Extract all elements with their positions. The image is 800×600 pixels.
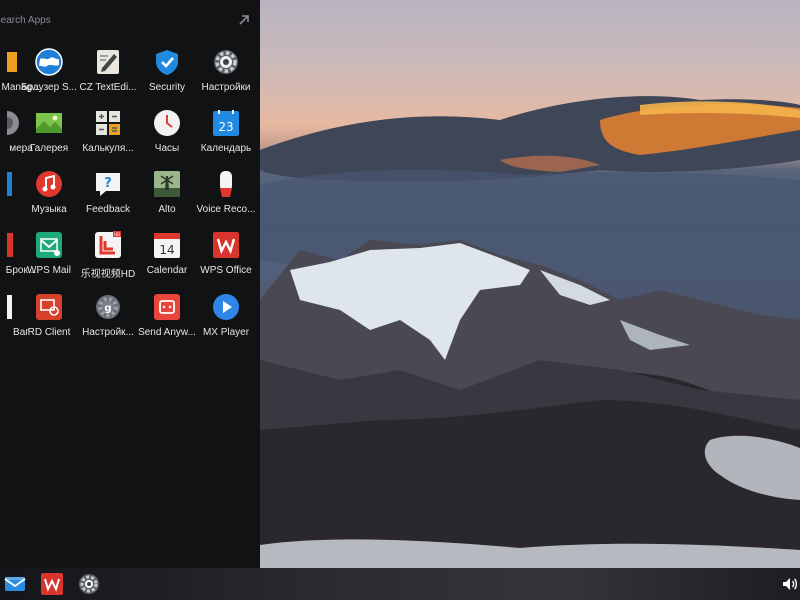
app-calendar[interactable]: 23 Календарь xyxy=(191,109,260,167)
gallery-icon xyxy=(35,109,63,137)
settings-icon[interactable] xyxy=(77,572,101,596)
wps-mail-icon xyxy=(35,231,63,259)
send-anywhere-icon xyxy=(153,293,181,321)
music-icon xyxy=(35,170,63,198)
volume-icon[interactable] xyxy=(781,575,799,593)
app-mx-player[interactable]: MX Player xyxy=(191,293,260,351)
remote-desktop-icon xyxy=(35,293,63,321)
gear-icon xyxy=(212,48,240,76)
app-voice-recorder[interactable]: Voice Reco... xyxy=(191,170,260,228)
calendar-icon: 23 xyxy=(212,109,240,137)
letv-video-icon: HD xyxy=(94,231,122,259)
app-label: Voice Reco... xyxy=(196,204,256,215)
wps-office-icon xyxy=(212,231,240,259)
shield-icon xyxy=(153,48,181,76)
calendar-14-icon: 14 xyxy=(153,231,181,259)
alto-game-icon xyxy=(153,170,181,198)
feedback-icon: ? xyxy=(94,170,122,198)
app-label: WPS Office xyxy=(200,265,252,276)
clock-icon xyxy=(153,109,181,137)
text-editor-icon xyxy=(94,48,122,76)
app-grid: Manag... Браузер S... CZ TextEdi... Securit… xyxy=(0,0,260,400)
globe-browser-icon xyxy=(35,48,63,76)
app-label: Настройки xyxy=(201,82,251,93)
app-wps-office[interactable]: WPS Office xyxy=(191,231,260,289)
calculator-icon xyxy=(94,109,122,137)
google-settings-icon: g xyxy=(94,293,122,321)
voice-recorder-icon xyxy=(212,170,240,198)
mx-player-icon xyxy=(212,293,240,321)
svg-text:?: ? xyxy=(104,176,112,191)
app-label: Календарь xyxy=(200,143,252,154)
mail-icon[interactable] xyxy=(3,572,27,596)
svg-text:g: g xyxy=(104,303,111,314)
svg-text:14: 14 xyxy=(159,243,174,257)
svg-text:HD: HD xyxy=(114,232,120,237)
wps-office-icon[interactable] xyxy=(40,572,64,596)
app-drawer: Search Apps Manag...Браузер S...CZ TextE… xyxy=(0,0,260,568)
svg-text:23: 23 xyxy=(218,120,233,134)
taskbar xyxy=(0,568,800,600)
app-gear[interactable]: Настройки xyxy=(191,48,260,106)
app-label: MX Player xyxy=(202,327,250,338)
